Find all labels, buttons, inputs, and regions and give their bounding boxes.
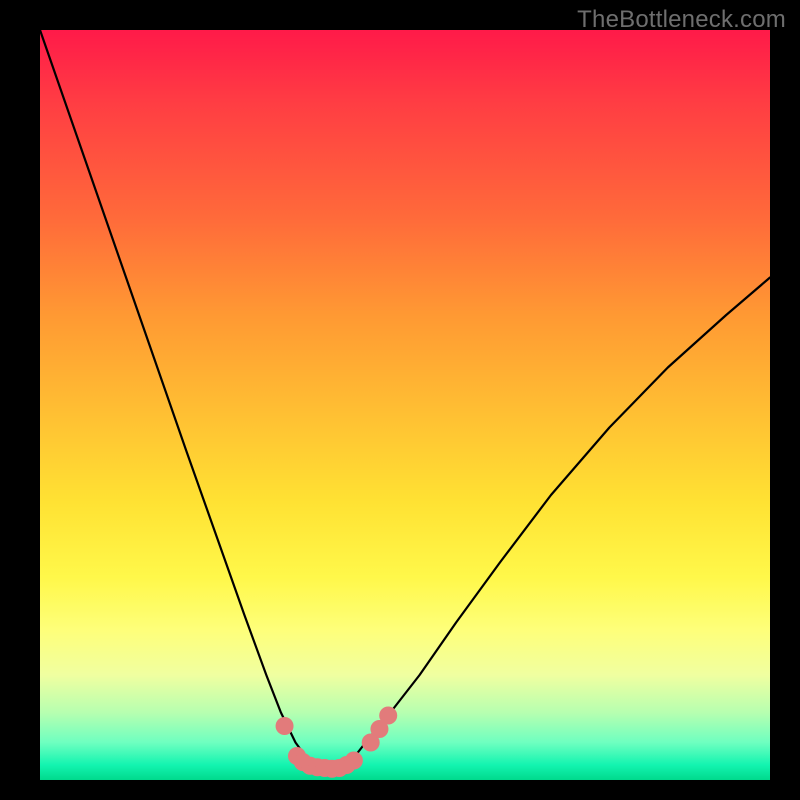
- marker-dots: [276, 707, 398, 778]
- marker-dot: [276, 717, 294, 735]
- marker-dot: [345, 752, 363, 770]
- bottleneck-curve: [40, 30, 770, 774]
- plot-area: [40, 30, 770, 780]
- chart-frame: TheBottleneck.com: [0, 0, 800, 800]
- chart-svg: [40, 30, 770, 780]
- marker-dot: [379, 707, 397, 725]
